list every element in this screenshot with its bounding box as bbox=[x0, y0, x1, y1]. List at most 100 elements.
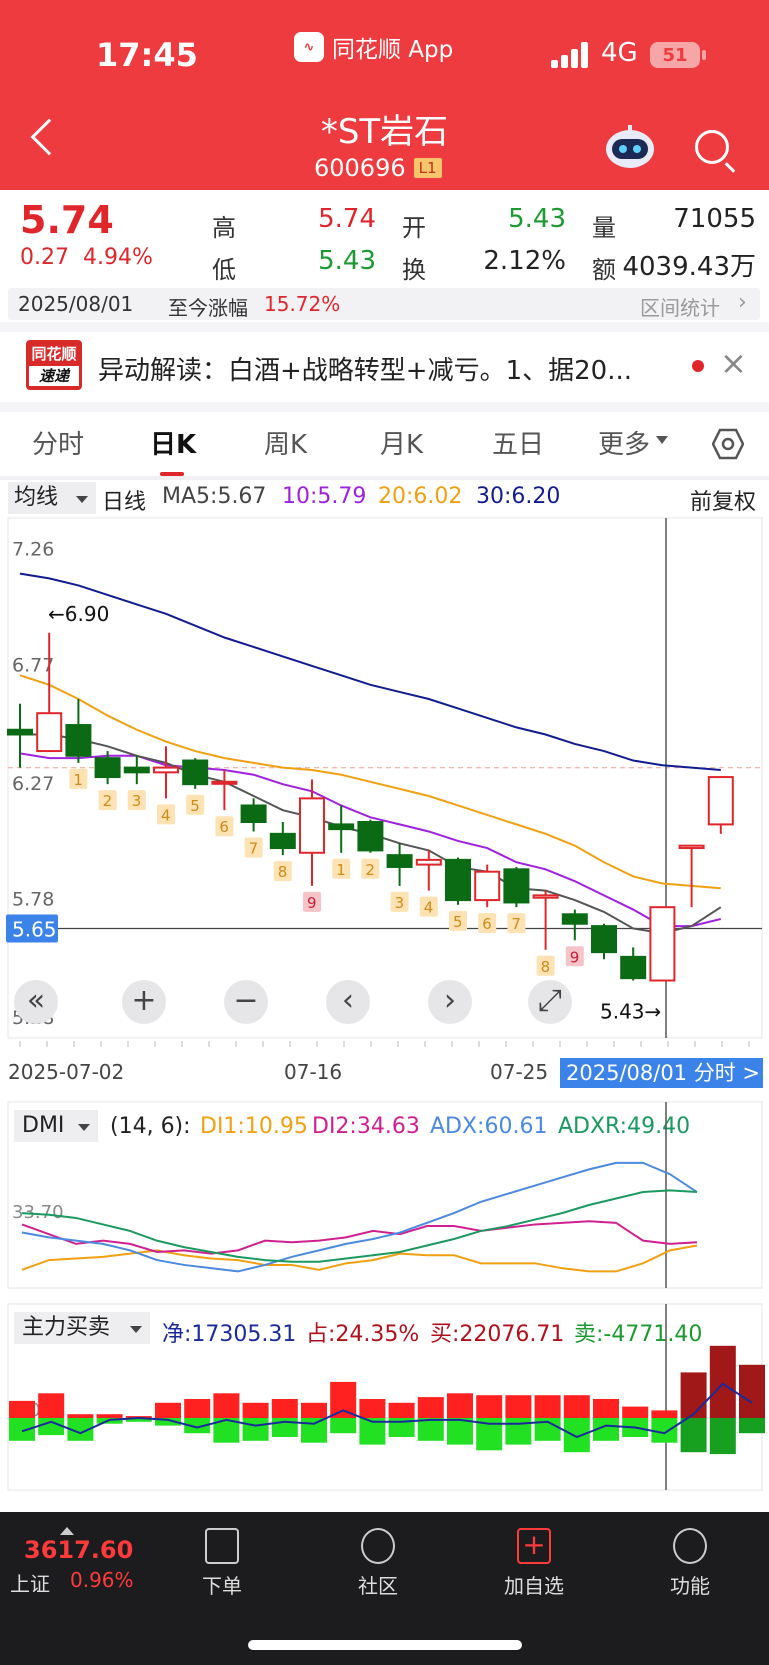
candle-body bbox=[445, 858, 471, 902]
network-type: 4G bbox=[601, 38, 638, 68]
buy-bar bbox=[184, 1399, 211, 1418]
sell-bar bbox=[505, 1418, 532, 1445]
zoom-out-button[interactable]: − bbox=[224, 980, 268, 1024]
candle-body bbox=[211, 780, 238, 785]
candle-body bbox=[328, 823, 355, 831]
sell-bar bbox=[709, 1418, 736, 1455]
community-star-icon bbox=[361, 1528, 395, 1564]
tab-fenshi[interactable]: 分时 bbox=[32, 424, 84, 461]
x-label-mid: 07-16 bbox=[284, 1060, 343, 1084]
buy-bar bbox=[563, 1395, 590, 1418]
search-icon[interactable] bbox=[695, 130, 729, 164]
y-tick-label: 5.78 bbox=[12, 889, 54, 911]
signal-number: 3 bbox=[132, 792, 142, 810]
move-left-button[interactable]: ‹ bbox=[326, 980, 370, 1024]
nav-community-label: 社区 bbox=[358, 1574, 398, 1598]
kline-chart[interactable]: 7.266.776.275.785.285.651234567891234567… bbox=[0, 516, 769, 1048]
sell-bar bbox=[563, 1418, 590, 1453]
zoom-in-button[interactable]: + bbox=[122, 980, 166, 1024]
nav-community[interactable]: 社区 bbox=[338, 1528, 418, 1599]
nav-functions[interactable]: 功能 bbox=[650, 1528, 730, 1599]
candle-body bbox=[532, 894, 559, 899]
candle-body bbox=[269, 832, 296, 850]
buy-bar bbox=[709, 1345, 736, 1418]
last-price: 5.74 bbox=[20, 198, 114, 242]
candle-body bbox=[415, 858, 442, 866]
period-label: 日线 bbox=[102, 490, 147, 515]
sell-bar bbox=[651, 1418, 678, 1443]
zoom-out-fast-button[interactable]: « bbox=[14, 980, 58, 1024]
open-value: 5.43 bbox=[508, 204, 566, 234]
buy-bar bbox=[447, 1393, 473, 1418]
buy-bar bbox=[651, 1410, 678, 1418]
x-label-start: 2025-07-02 bbox=[8, 1060, 125, 1084]
menu-lines-icon bbox=[673, 1528, 707, 1564]
min-price-label: 5.43→ bbox=[600, 1000, 661, 1024]
candle-body bbox=[36, 712, 63, 753]
signal-number: 2 bbox=[365, 861, 375, 879]
candle-body bbox=[153, 766, 179, 774]
news-logo-top: 同花顺 bbox=[31, 345, 77, 363]
tab-five-day[interactable]: 五日 bbox=[492, 424, 544, 461]
news-ticker[interactable]: 同花顺 速递 异动解读：白酒+战略转型+减亏。1、据20... × bbox=[0, 330, 769, 402]
signal-number: 9 bbox=[570, 948, 580, 966]
home-indicator bbox=[248, 1640, 522, 1650]
nav-functions-label: 功能 bbox=[670, 1574, 710, 1598]
candle-body bbox=[678, 844, 705, 850]
signal-icon bbox=[551, 42, 589, 68]
tab-monthly-k[interactable]: 月K bbox=[380, 424, 423, 461]
candle-body bbox=[7, 728, 33, 736]
intraday-link-button[interactable]: 2025/08/01 分时 > bbox=[560, 1058, 763, 1088]
index-name: 上证 bbox=[10, 1572, 50, 1596]
dmi-chart[interactable]: 33.70 bbox=[0, 1100, 769, 1290]
change-value: 0.27 bbox=[20, 245, 69, 270]
index-value[interactable]: 3617.60 bbox=[24, 1536, 133, 1564]
signal-number: 2 bbox=[103, 792, 113, 810]
ma-mode-select[interactable]: 均线 bbox=[8, 482, 96, 514]
buy-bar bbox=[213, 1393, 240, 1418]
high-value: 5.74 bbox=[318, 204, 376, 234]
chevron-down-icon bbox=[656, 436, 668, 450]
candle-body bbox=[591, 925, 617, 954]
date-band[interactable]: 2025/08/01 至今涨幅 15.72% 区间统计 › bbox=[8, 288, 760, 320]
signal-number: 8 bbox=[541, 958, 551, 976]
stock-code-row: 600696 L1 bbox=[314, 154, 442, 182]
signal-number: 4 bbox=[161, 806, 171, 824]
fullscreen-button[interactable]: ⤢ bbox=[528, 980, 572, 1024]
signal-number: 7 bbox=[511, 915, 521, 933]
sell-bar bbox=[38, 1418, 65, 1436]
tab-weekly-k[interactable]: 周K bbox=[264, 424, 307, 461]
nav-order[interactable]: 下单 bbox=[182, 1528, 262, 1599]
stock-detail-page: 17:45 ∿ 同花顺 App 4G 51 *ST岩石 600696 L1 5.… bbox=[0, 0, 769, 1665]
news-text[interactable]: 异动解读：白酒+战略转型+减亏。1、据20... bbox=[98, 350, 632, 387]
expand-up-icon[interactable] bbox=[60, 1520, 74, 1535]
candle-body bbox=[240, 804, 267, 824]
order-doc-icon bbox=[205, 1528, 239, 1564]
vol-value: 71055 bbox=[673, 204, 756, 234]
candle-body bbox=[649, 906, 676, 982]
move-right-button[interactable]: › bbox=[428, 980, 472, 1024]
x-label-late: 07-25 bbox=[490, 1060, 549, 1084]
dmi-adxr_series bbox=[21, 1189, 698, 1263]
robot-assistant-icon[interactable] bbox=[604, 124, 656, 170]
mainforce-chart[interactable]: 0.00 bbox=[0, 1302, 769, 1492]
news-logo: 同花顺 速递 bbox=[26, 340, 82, 390]
since-value: 15.72% bbox=[264, 292, 341, 316]
settings-hex-icon[interactable] bbox=[712, 428, 744, 460]
nav-order-label: 下单 bbox=[202, 1574, 242, 1598]
ma10-label: 10:5.79 bbox=[282, 484, 367, 509]
nav-add-watchlist[interactable]: + 加自选 bbox=[494, 1528, 574, 1599]
buy-bar bbox=[680, 1372, 707, 1418]
change-pct: 4.94% bbox=[82, 245, 153, 270]
price-change: 0.27 4.94% bbox=[20, 245, 153, 270]
buy-bar bbox=[505, 1395, 532, 1418]
tab-more[interactable]: 更多 bbox=[598, 424, 650, 461]
close-icon[interactable]: × bbox=[720, 344, 747, 382]
buy-bar bbox=[534, 1395, 561, 1418]
low-value: 5.43 bbox=[318, 246, 376, 276]
add-icon: + bbox=[517, 1528, 551, 1564]
interval-stats-link[interactable]: 区间统计 bbox=[640, 292, 720, 321]
tab-daily-k[interactable]: 日K bbox=[150, 424, 196, 461]
app-icon: ∿ bbox=[294, 32, 324, 62]
adjust-toggle[interactable]: 前复权 bbox=[690, 484, 756, 516]
